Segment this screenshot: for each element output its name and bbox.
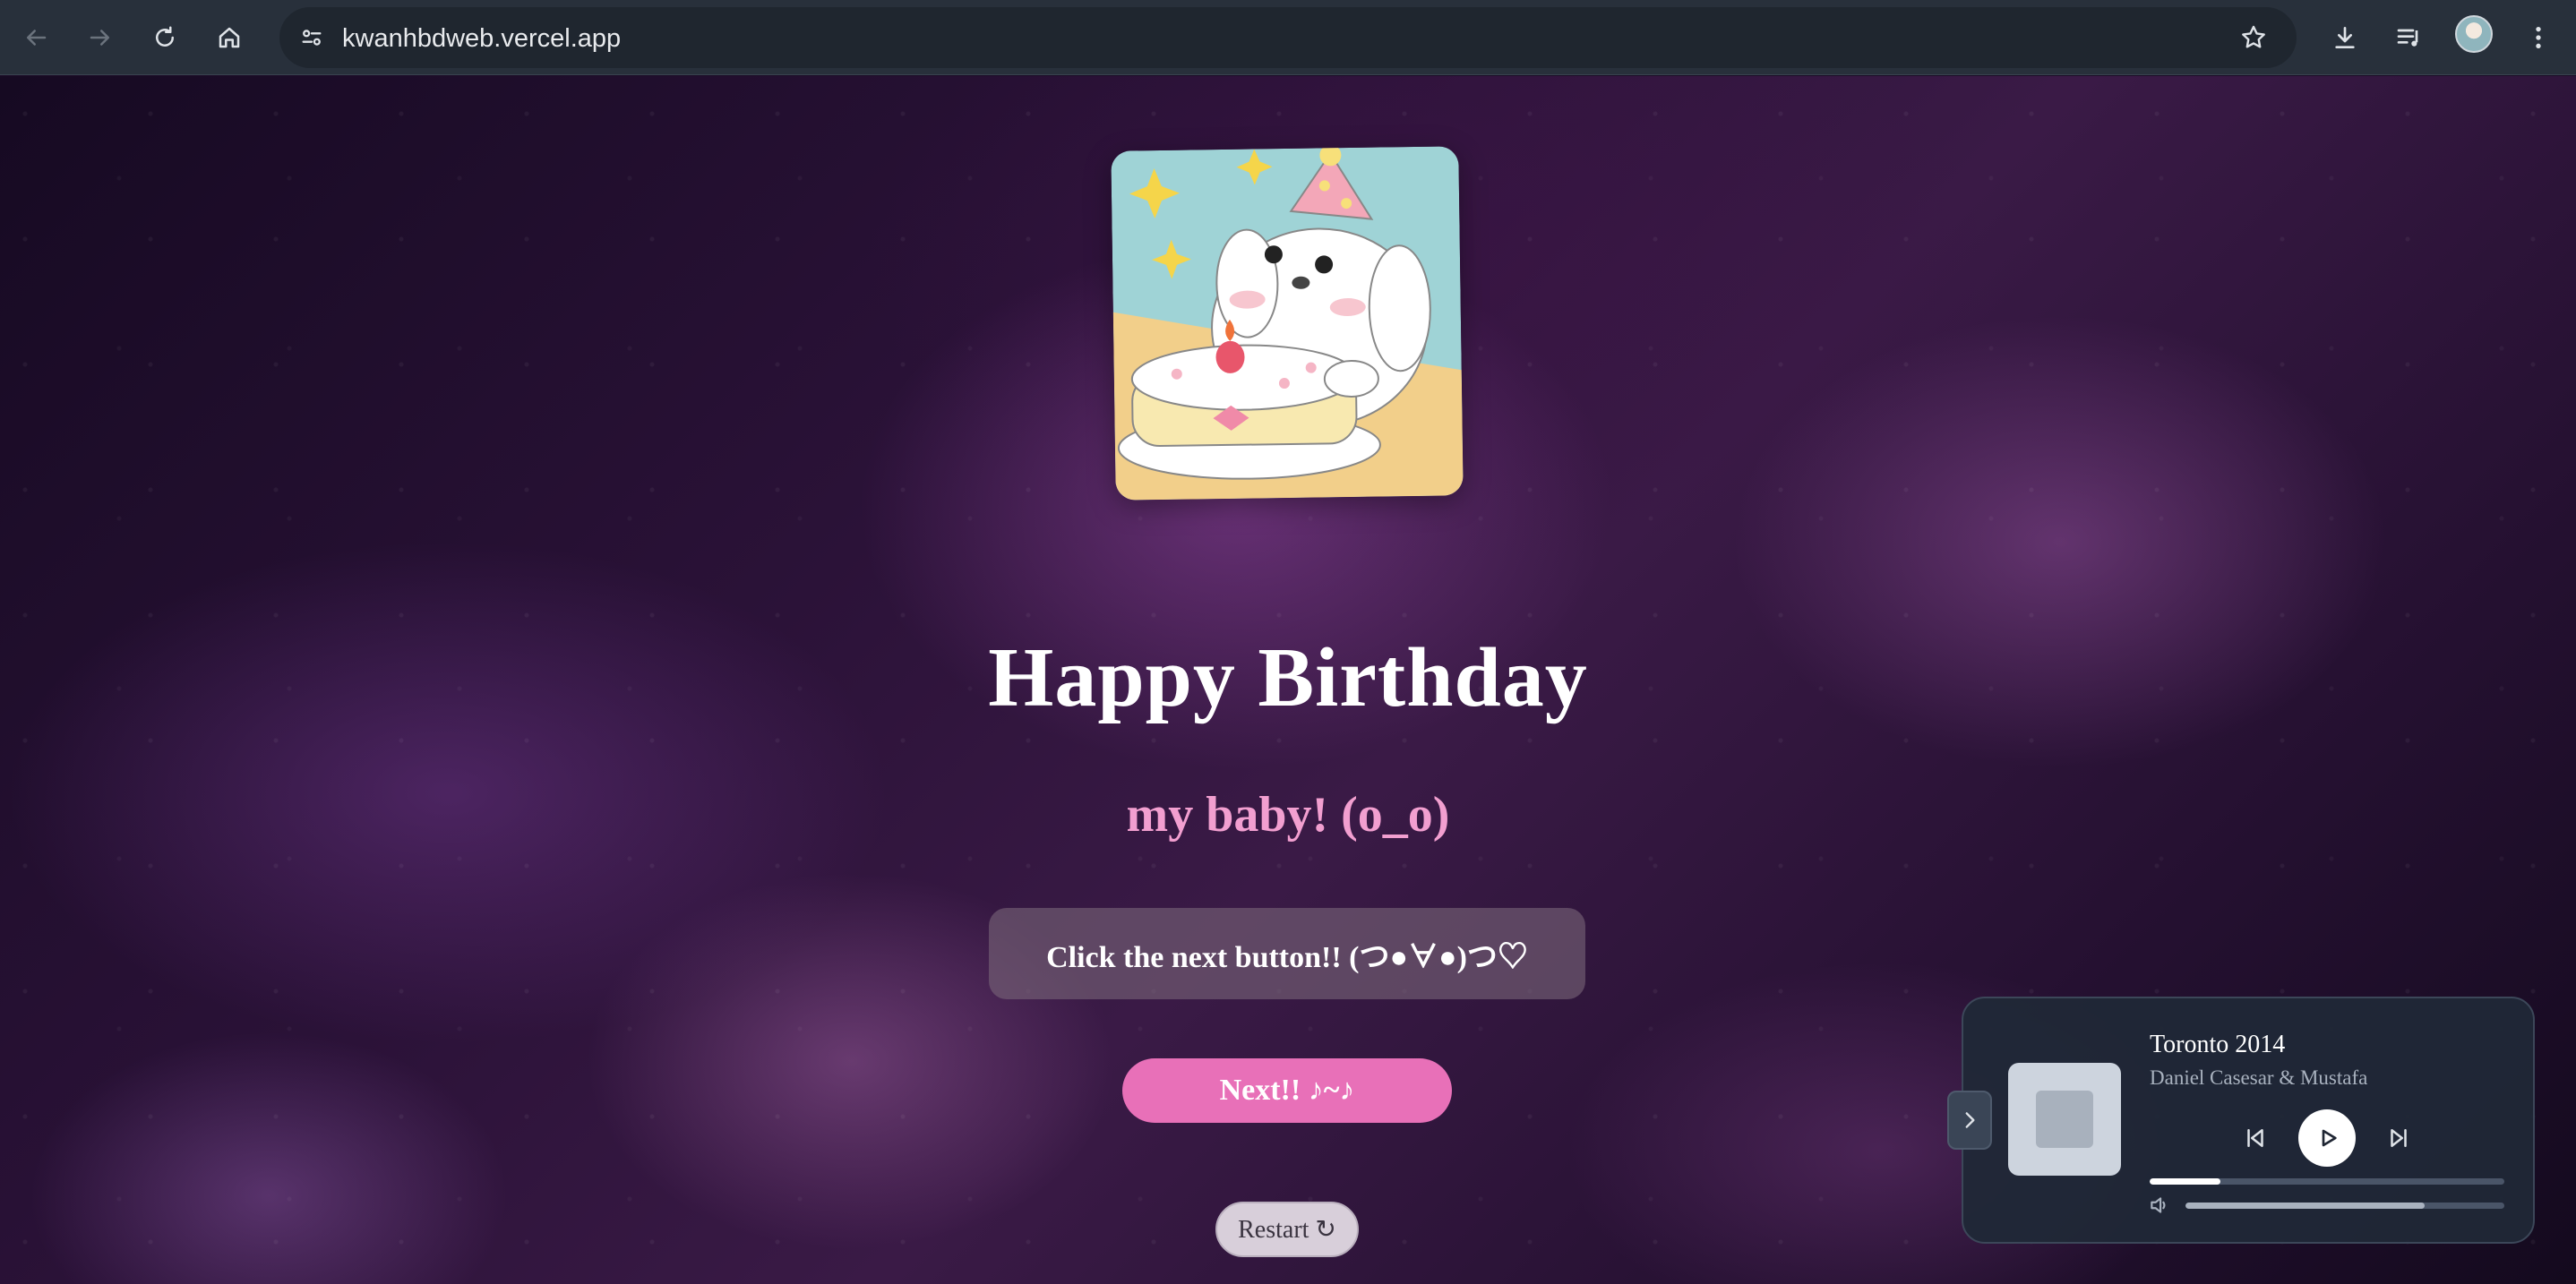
instruction-box: Click the next button!! (つ●∀●)つ♡ (989, 908, 1585, 999)
back-arrow-icon[interactable] (14, 16, 57, 59)
birthday-dog-illustration (1111, 146, 1464, 501)
song-title: Toronto 2014 (2150, 1031, 2286, 1058)
instruction-text: Click the next button!! (つ●∀●)つ♡ (1046, 940, 1528, 974)
media-queue-icon[interactable] (2386, 14, 2433, 61)
volume-slider[interactable] (2185, 1203, 2504, 1209)
reload-icon[interactable] (143, 16, 186, 59)
page-title: Happy Birthday (988, 631, 1588, 724)
album-cover-placeholder (2036, 1091, 2093, 1148)
track-progress-bar[interactable] (2150, 1178, 2504, 1185)
page-subtitle: my baby! (o_o) (1126, 787, 1450, 843)
star-icon[interactable] (2236, 20, 2271, 56)
restart-button[interactable]: Restart ↻ (1215, 1202, 1359, 1257)
profile-avatar[interactable] (2455, 15, 2493, 53)
next-track-icon[interactable] (2381, 1120, 2417, 1156)
next-button[interactable]: Next!! ♪~♪ (1122, 1058, 1452, 1123)
track-progress-fill (2150, 1178, 2221, 1185)
previous-track-icon[interactable] (2237, 1120, 2273, 1156)
volume-icon[interactable] (2148, 1194, 2173, 1219)
more-vertical-icon[interactable] (2515, 14, 2562, 61)
album-cover (2008, 1063, 2121, 1176)
browser-toolbar: kwanhbdweb.vercel.app (0, 0, 2576, 75)
home-icon[interactable] (208, 16, 251, 59)
chevron-right-icon (1965, 1112, 1975, 1128)
tune-icon[interactable] (292, 18, 331, 57)
music-player: Toronto 2014 Daniel Casesar & Mustafa (1962, 997, 2535, 1244)
address-bar[interactable]: kwanhbdweb.vercel.app (279, 7, 2297, 68)
collapse-player-button[interactable] (1947, 1091, 1992, 1150)
song-artist: Daniel Casesar & Mustafa (2150, 1066, 2368, 1089)
url-text[interactable]: kwanhbdweb.vercel.app (342, 24, 621, 54)
play-icon[interactable] (2298, 1109, 2356, 1167)
volume-fill (2185, 1203, 2425, 1209)
forward-arrow-icon[interactable] (79, 16, 122, 59)
download-icon[interactable] (2322, 14, 2368, 61)
